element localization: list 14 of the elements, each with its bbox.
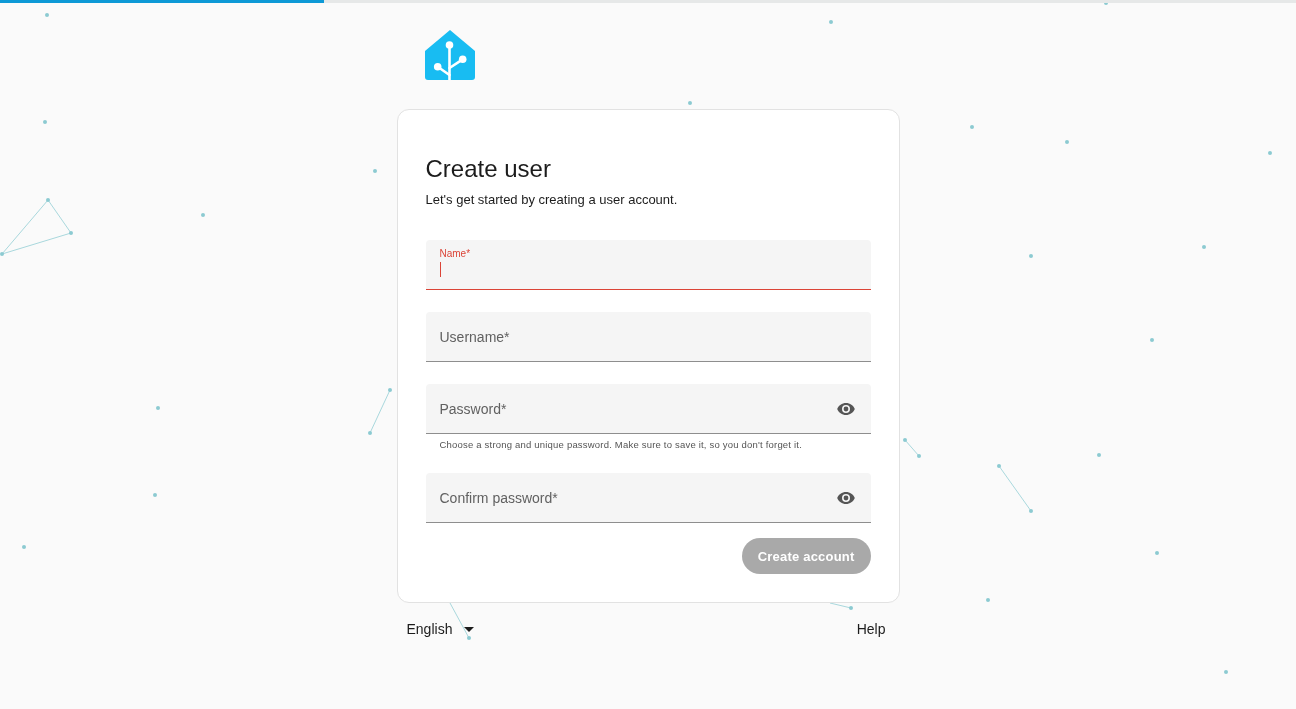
help-link[interactable]: Help xyxy=(856,621,886,637)
language-select[interactable]: English xyxy=(406,621,475,637)
text-field[interactable]: Confirm password* xyxy=(425,473,871,523)
card-subtitle: Let's get started by creating a user account. xyxy=(425,191,679,209)
text-cursor-icon xyxy=(439,261,441,277)
eye-icon[interactable] xyxy=(836,402,855,415)
eye-icon[interactable] xyxy=(836,491,855,504)
card-title: Create user xyxy=(425,154,552,184)
text-field[interactable]: Password* xyxy=(425,384,871,434)
text-field[interactable]: Username* xyxy=(425,312,871,362)
house-logo xyxy=(424,30,475,80)
caret-down-icon xyxy=(464,626,475,632)
password-hint: Choose a strong and unique password. Make sure to save it, so you don't forget it. xyxy=(438,438,804,452)
text-field[interactable]: Name* xyxy=(425,240,871,290)
